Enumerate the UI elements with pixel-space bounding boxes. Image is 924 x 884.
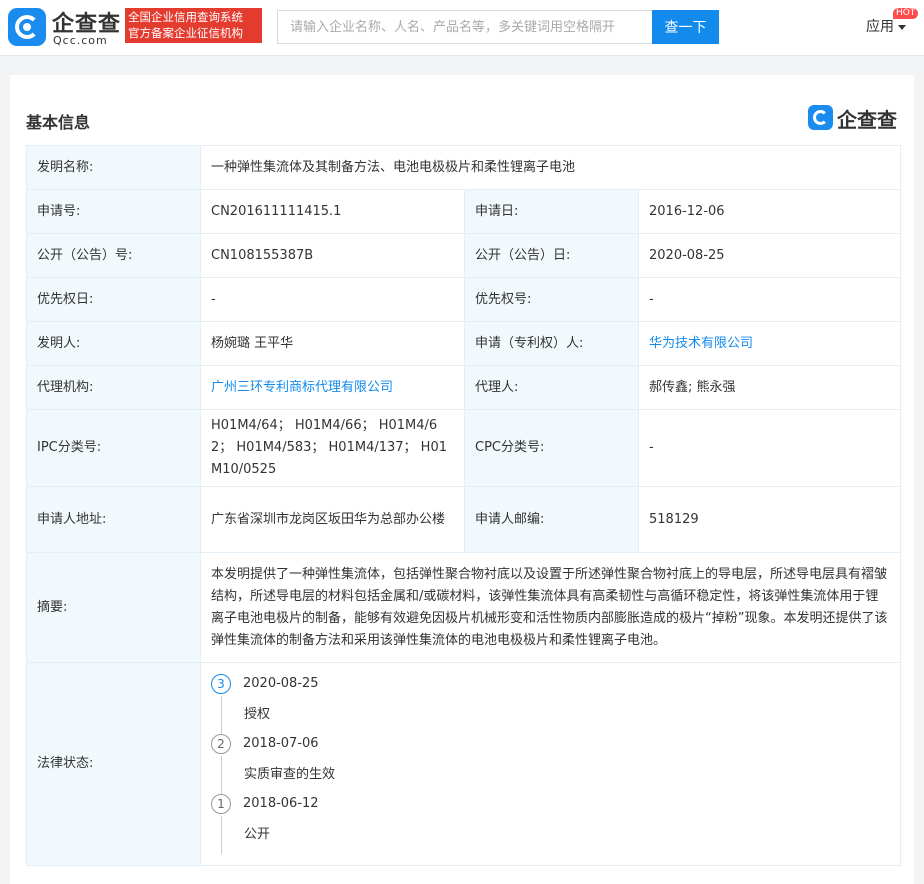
step-number-icon: 1 [211, 794, 231, 814]
field-label: CPC分类号: [464, 409, 639, 487]
apps-label: 应用 [866, 19, 894, 35]
step-number-icon: 2 [211, 734, 231, 754]
invention-name: 一种弹性集流体及其制备方法、电池电极极片和柔性锂离子电池 [199, 145, 902, 190]
field-label: 申请日: [464, 189, 639, 234]
publication-date: 2020-08-25 [637, 233, 902, 278]
status-description: 授权 [221, 696, 890, 734]
search-input[interactable] [277, 10, 652, 44]
slogan-badge: 全国企业信用查询系统 官方备案企业征信机构 [125, 8, 262, 43]
table-row: 申请号: CN201611111415.1 申请日: 2016-12-06 [26, 189, 902, 234]
table-row: 申请人地址: 广东省深圳市龙岗区坂田华为总部办公楼 申请人邮编: 518129 [26, 486, 902, 553]
applicant-cell: 华为技术有限公司 [637, 321, 902, 366]
timeline-item: 2 2018-07-06 实质审查的生效 [211, 734, 890, 794]
hot-badge: HOT [893, 8, 919, 19]
table-row: 发明人: 杨婉璐 王平华 申请（专利权）人: 华为技术有限公司 [26, 321, 902, 366]
timeline-item: 3 2020-08-25 授权 [211, 674, 890, 734]
table-row: 优先权日: - 优先权号: - [26, 277, 902, 322]
field-label: 代理机构: [26, 365, 201, 410]
field-label: 代理人: [464, 365, 639, 410]
apps-menu[interactable]: 应用 [866, 16, 906, 36]
priority-number: - [637, 277, 902, 322]
agents: 郝传鑫; 熊永强 [637, 365, 902, 410]
brand-logo-icon [808, 105, 833, 130]
field-label: IPC分类号: [26, 409, 201, 487]
site-logo[interactable]: 企查查 Qcc.com [8, 6, 123, 48]
slogan-line-1: 全国企业信用查询系统 [128, 10, 243, 24]
field-label: 申请人邮编: [464, 486, 639, 553]
top-header: 企查查 Qcc.com 全国企业信用查询系统 官方备案企业征信机构 查一下 应用… [0, 0, 924, 56]
patent-info-table: 发明名称: 一种弹性集流体及其制备方法、电池电极极片和柔性锂离子电池 申请号: … [26, 145, 902, 866]
applicant-address: 广东省深圳市龙岗区坂田华为总部办公楼 [200, 486, 465, 553]
logo-icon [8, 8, 46, 46]
publication-number: CN108155387B [200, 233, 465, 278]
cpc-classes: - [637, 409, 902, 487]
agency-link[interactable]: 广州三环专利商标代理有限公司 [211, 380, 393, 395]
basic-info-card: 基本信息 企查查 发明名称: 一种弹性集流体及其制备方法、电池电极极片和柔性锂离… [10, 75, 914, 884]
field-label: 申请（专利权）人: [464, 321, 639, 366]
priority-date: - [200, 277, 465, 322]
field-label: 优先权日: [26, 277, 201, 322]
status-description: 实质审查的生效 [221, 756, 890, 794]
section-title: 基本信息 [26, 113, 91, 132]
status-description: 公开 [221, 816, 890, 854]
applicant-link[interactable]: 华为技术有限公司 [649, 336, 753, 351]
field-label: 申请人地址: [26, 486, 201, 553]
caret-down-icon [898, 24, 906, 30]
field-label: 发明名称: [26, 145, 201, 190]
legal-status-timeline: 3 2020-08-25 授权 2 2018-07-06 实质审查的生效 1 2… [211, 674, 890, 854]
field-label: 公开（公告）日: [464, 233, 639, 278]
logo-domain: Qcc.com [53, 34, 108, 47]
field-label: 公开（公告）号: [26, 233, 201, 278]
table-row: IPC分类号: H01M4/64； H01M4/66； H01M4/62； H0… [26, 409, 902, 487]
application-number: CN201611111415.1 [200, 189, 465, 234]
abstract-text: 本发明提供了一种弹性集流体，包括弹性聚合物衬底以及设置于所述弹性聚合物衬底上的导… [199, 552, 902, 663]
agency-cell: 广州三环专利商标代理有限公司 [200, 365, 465, 410]
field-label: 发明人: [26, 321, 201, 366]
inventors: 杨婉璐 王平华 [200, 321, 465, 366]
step-number-icon: 3 [211, 674, 231, 694]
application-date: 2016-12-06 [637, 189, 902, 234]
field-label: 摘要: [26, 552, 201, 663]
table-row: 发明名称: 一种弹性集流体及其制备方法、电池电极极片和柔性锂离子电池 [26, 145, 902, 190]
field-label: 优先权号: [464, 277, 639, 322]
status-date: 2018-07-06 [243, 736, 319, 751]
table-row: 公开（公告）号: CN108155387B 公开（公告）日: 2020-08-2… [26, 233, 902, 278]
table-row: 代理机构: 广州三环专利商标代理有限公司 代理人: 郝传鑫; 熊永强 [26, 365, 902, 410]
table-row: 法律状态: 3 2020-08-25 授权 2 2018-07-06 实质审查的… [26, 662, 902, 866]
slogan-line-2: 官方备案企业征信机构 [128, 26, 243, 40]
timeline-item: 1 2018-06-12 公开 [211, 794, 890, 854]
table-row: 摘要: 本发明提供了一种弹性集流体，包括弹性聚合物衬底以及设置于所述弹性聚合物衬… [26, 552, 902, 663]
field-label: 申请号: [26, 189, 201, 234]
legal-status-cell: 3 2020-08-25 授权 2 2018-07-06 实质审查的生效 1 2… [199, 662, 902, 866]
status-date: 2020-08-25 [243, 676, 319, 691]
brand-name: 企查查 [837, 108, 897, 132]
field-label: 法律状态: [26, 662, 201, 866]
search-button[interactable]: 查一下 [652, 10, 719, 44]
status-date: 2018-06-12 [243, 796, 319, 811]
ipc-classes: H01M4/64； H01M4/66； H01M4/62； H01M4/583；… [200, 409, 465, 487]
applicant-postcode: 518129 [637, 486, 902, 553]
